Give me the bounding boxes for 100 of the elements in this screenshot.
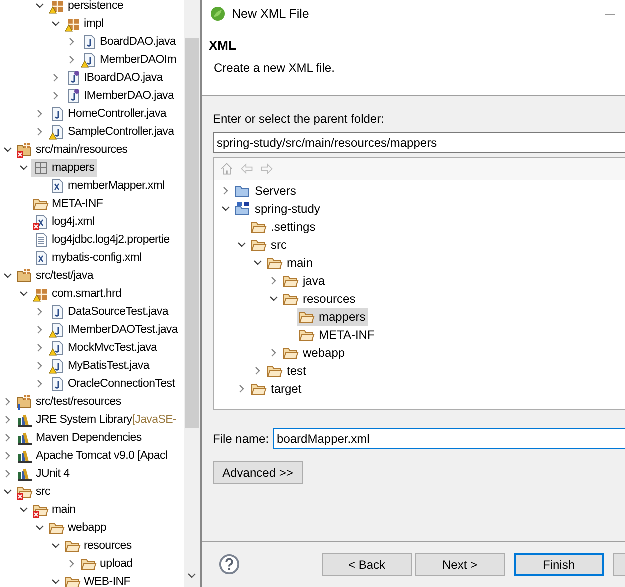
chevron-down-icon[interactable] (237, 240, 247, 250)
tree-item[interactable]: IMemberDAO.java (63, 87, 176, 105)
chevron-down-icon[interactable] (3, 271, 13, 281)
tree-item[interactable]: log4jdbc.log4j2.propertie (31, 231, 172, 249)
tree-item[interactable]: webapp (47, 519, 108, 537)
page-description: Create a new XML file. (213, 61, 336, 75)
tree-item[interactable]: java (281, 272, 328, 290)
home-icon[interactable] (220, 162, 234, 176)
tree-item[interactable]: impl (63, 15, 106, 33)
chevron-right-icon[interactable] (51, 73, 61, 83)
chevron-down-icon[interactable] (19, 163, 29, 173)
tree-item[interactable]: mappers (297, 308, 368, 326)
chevron-right-icon[interactable] (35, 379, 45, 389)
tree-item[interactable]: main (265, 254, 316, 272)
tree-item[interactable]: spring-study (233, 200, 322, 218)
chevron-right-icon[interactable] (269, 348, 279, 358)
chevron-down-icon[interactable] (51, 577, 61, 587)
tree-item[interactable]: Maven Dependencies (15, 429, 144, 447)
chevron-down-icon[interactable] (19, 289, 29, 299)
tree-item[interactable]: Servers (233, 182, 298, 200)
tree-item[interactable]: resources (281, 290, 358, 308)
java-file-icon (49, 304, 65, 320)
chevron-right-icon[interactable] (3, 415, 13, 425)
chevron-right-icon[interactable] (3, 451, 13, 461)
chevron-down-icon[interactable] (51, 19, 61, 29)
chevron-right-icon[interactable] (237, 384, 247, 394)
tree-item[interactable]: SampleController.java (47, 123, 176, 141)
tree-item[interactable]: src/test/java (15, 267, 96, 285)
tree-item[interactable]: target (249, 380, 304, 398)
tree-item[interactable]: .settings (249, 218, 318, 236)
tree-item[interactable]: DataSourceTest.java (47, 303, 170, 321)
chevron-right-icon[interactable] (3, 469, 13, 479)
tree-item[interactable]: src (249, 236, 289, 254)
chevron-right-icon[interactable] (35, 307, 45, 317)
folder-icon (235, 201, 251, 217)
tree-item[interactable]: webapp (281, 344, 348, 362)
chevron-down-icon[interactable] (3, 487, 13, 497)
advanced-button[interactable]: Advanced >> (213, 461, 303, 484)
forward-arrow-icon[interactable] (260, 162, 274, 176)
chevron-down-icon[interactable] (187, 571, 197, 581)
tree-item[interactable]: HomeController.java (47, 105, 168, 123)
tree-item[interactable]: mybatis-config.xml (31, 249, 144, 267)
tree-item[interactable]: WEB-INF (63, 573, 132, 587)
tree-item[interactable]: test (265, 362, 308, 380)
folder-field[interactable]: spring-study/src/main/resources/mappers (213, 132, 625, 153)
tree-item[interactable]: META-INF (297, 326, 377, 344)
tree-item[interactable]: log4j.xml (31, 213, 97, 231)
chevron-right-icon[interactable] (269, 276, 279, 286)
java-file-icon (81, 34, 97, 50)
chevron-right-icon[interactable] (35, 343, 45, 353)
chevron-right-icon[interactable] (35, 109, 45, 119)
tree-item[interactable]: src (15, 483, 52, 501)
chevron-right-icon[interactable] (3, 397, 13, 407)
back-arrow-icon[interactable] (240, 162, 254, 176)
chevron-down-icon[interactable] (35, 523, 45, 533)
tree-item[interactable]: MockMvcTest.java (47, 339, 160, 357)
tree-item[interactable]: src/main/resources (15, 141, 130, 159)
chevron-right-icon[interactable] (221, 186, 231, 196)
tree-item[interactable]: com.smart.hrd (31, 285, 124, 303)
tree-item[interactable]: memberMapper.xml (47, 177, 167, 195)
chevron-down-icon[interactable] (221, 204, 231, 214)
tree-item[interactable]: MyBatisTest.java (47, 357, 152, 375)
tree-item[interactable]: main (31, 501, 78, 519)
chevron-down-icon[interactable] (51, 541, 61, 551)
xml-file-icon (49, 178, 65, 194)
chevron-right-icon[interactable] (35, 361, 45, 371)
tree-item[interactable]: src/test/resources (15, 393, 124, 411)
dialog-button[interactable]: Next > (415, 553, 505, 576)
chevron-down-icon[interactable] (3, 145, 13, 155)
scrollbar-thumb[interactable] (185, 38, 199, 428)
tree-item[interactable]: resources (63, 537, 134, 555)
chevron-down-icon[interactable] (35, 1, 45, 11)
tree-item[interactable]: JRE System Library[JavaSE- (15, 411, 178, 429)
file-name-field[interactable]: boardMapper.xml (273, 428, 625, 449)
chevron-down-icon[interactable] (19, 505, 29, 515)
chevron-right-icon[interactable] (35, 325, 45, 335)
chevron-right-icon[interactable] (35, 127, 45, 137)
tree-item[interactable]: IBoardDAO.java (63, 69, 165, 87)
tree-item[interactable]: OracleConnectionTest (47, 375, 178, 393)
chevron-down-icon[interactable] (269, 294, 279, 304)
dialog-button[interactable]: < Back (322, 553, 412, 576)
chevron-right-icon[interactable] (253, 366, 263, 376)
tree-item[interactable]: JUnit 4 (15, 465, 72, 483)
help-icon[interactable] (219, 554, 240, 575)
chevron-right-icon[interactable] (3, 433, 13, 443)
chevron-right-icon[interactable] (67, 37, 77, 47)
chevron-right-icon[interactable] (67, 559, 77, 569)
tree-item[interactable]: BoardDAO.java (79, 33, 178, 51)
tree-item[interactable]: IMemberDAOTest.java (47, 321, 180, 339)
tree-item[interactable]: upload (79, 555, 135, 573)
tree-item[interactable]: mappers (31, 159, 97, 177)
tree-item[interactable]: MemberDAOIm (79, 51, 179, 69)
tree-item[interactable]: Apache Tomcat v9.0 [Apacl (15, 447, 170, 465)
scrollbar[interactable] (184, 0, 200, 587)
chevron-down-icon[interactable] (253, 258, 263, 268)
chevron-right-icon[interactable] (51, 91, 61, 101)
chevron-right-icon[interactable] (67, 55, 77, 65)
tree-item[interactable]: META-INF (31, 195, 106, 213)
dialog-button[interactable]: Finish (514, 553, 604, 576)
tree-item[interactable]: persistence (47, 0, 126, 15)
